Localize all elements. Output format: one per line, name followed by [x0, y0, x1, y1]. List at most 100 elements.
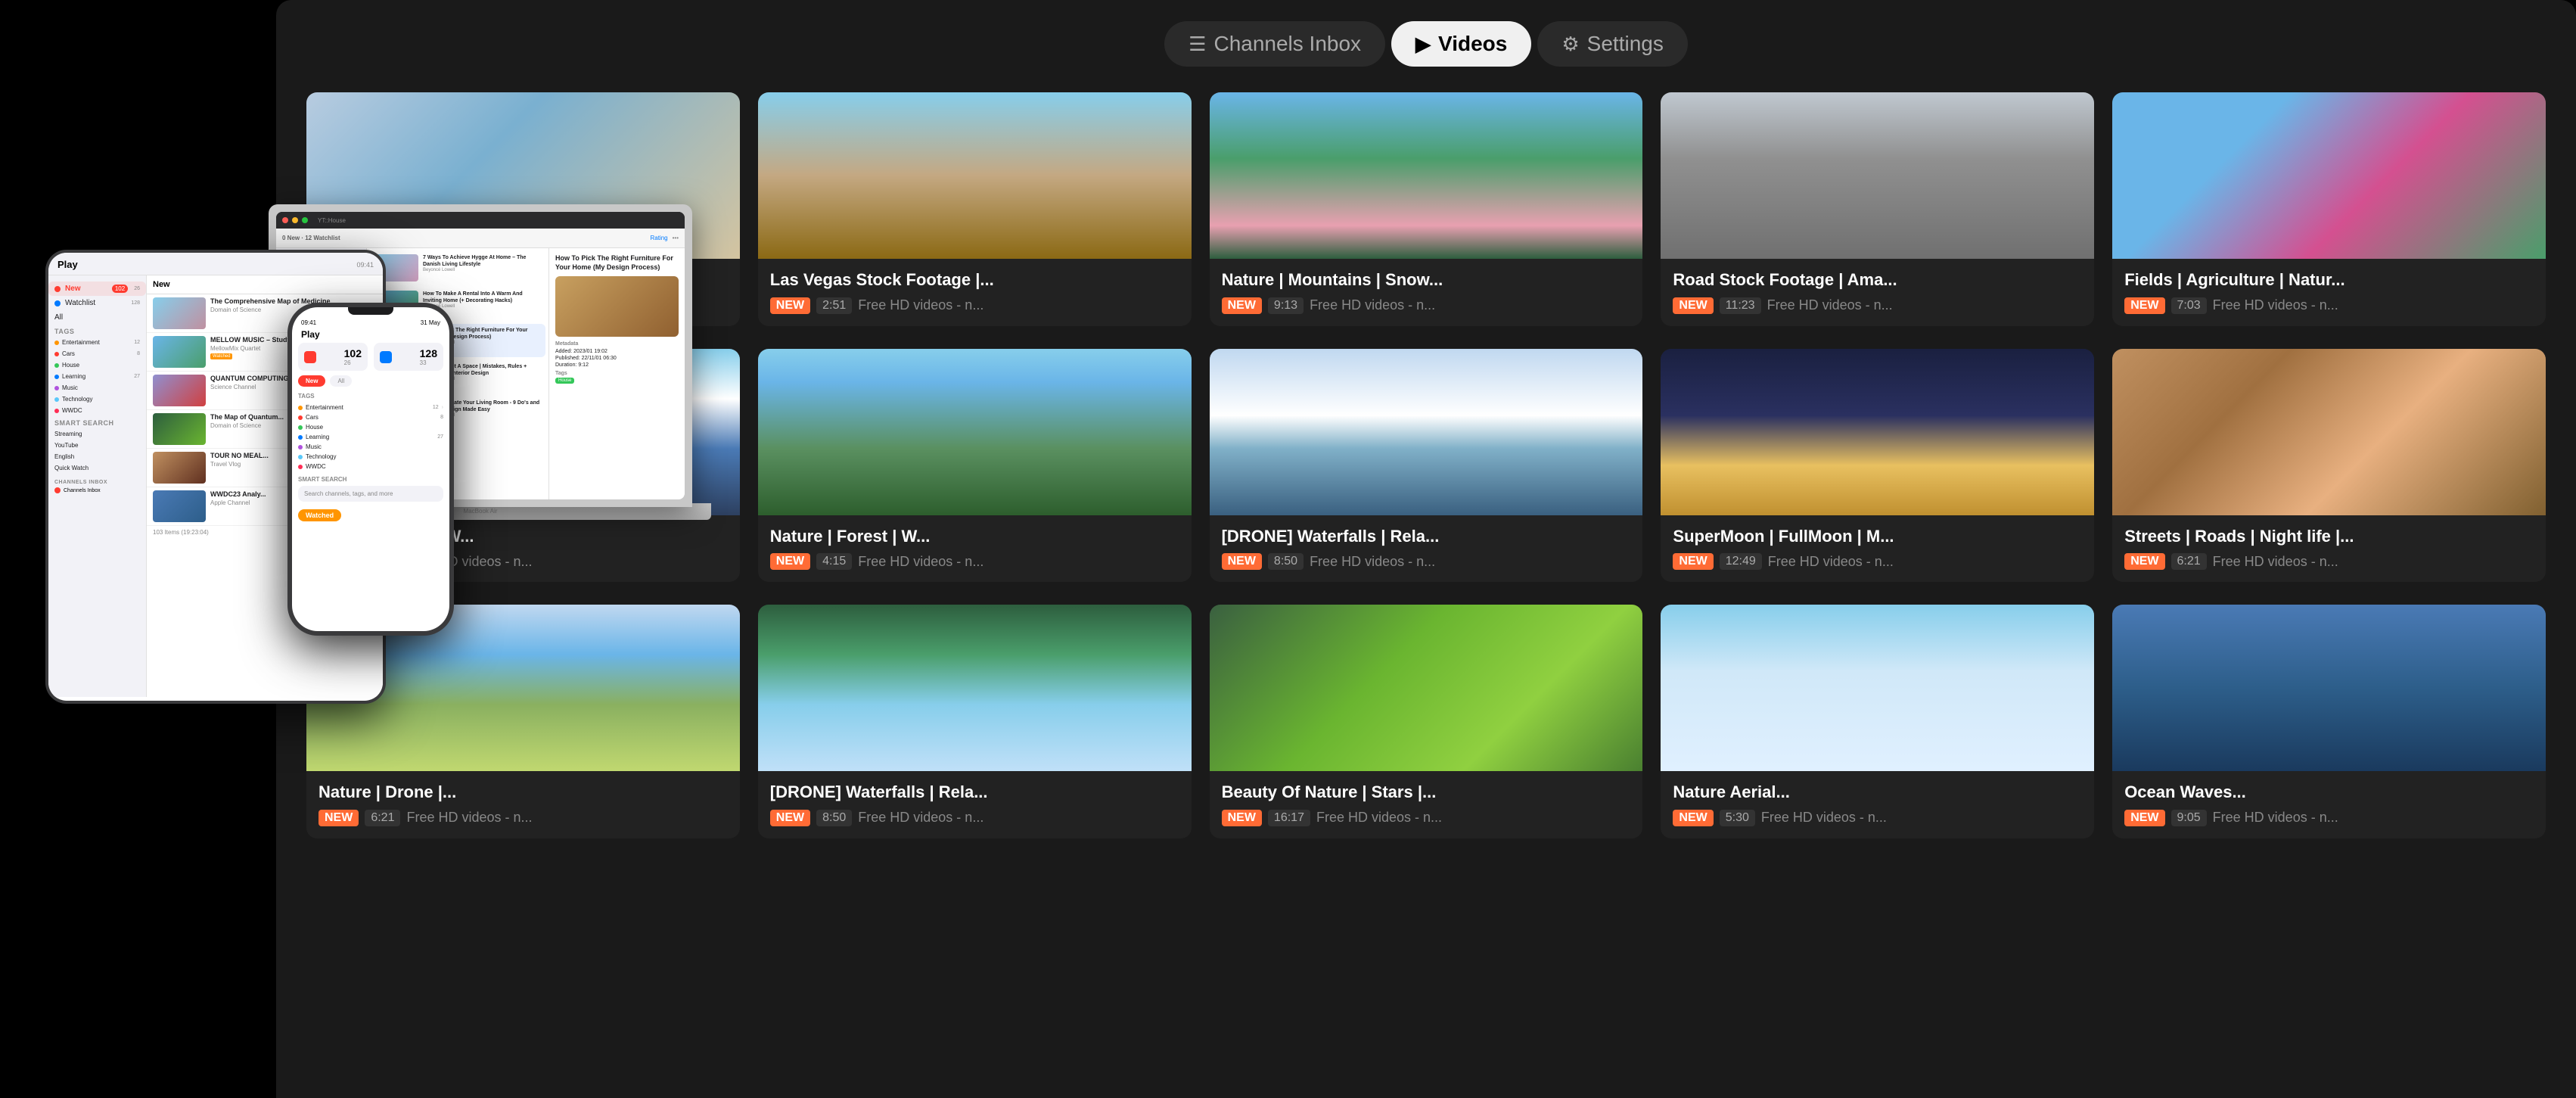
- ipad-smart-quickwatch[interactable]: Quick Watch: [48, 462, 146, 474]
- mac-close-dot[interactable]: [282, 217, 288, 223]
- ipad-video-thumb-0: [153, 297, 206, 329]
- ipad-section-new: New: [147, 275, 383, 294]
- badge-duration-11: 8:50: [816, 810, 852, 826]
- video-meta-7: NEW 8:50 Free HD videos - n...: [1222, 553, 1631, 570]
- iphone-stat-sub-1: 26: [344, 359, 362, 366]
- macbook-detail-panel: How To Pick The Right Furniture For Your…: [548, 248, 685, 499]
- iphone-tag-house[interactable]: House: [298, 422, 443, 432]
- ipad-time: 09:41: [356, 261, 374, 269]
- ipad-channels-item[interactable]: Channels Inbox: [54, 487, 140, 493]
- iphone-stat-values-2: 128 33: [420, 347, 437, 366]
- iphone-tag-cars[interactable]: Cars 8: [298, 412, 443, 422]
- iphone-title: Play: [301, 329, 320, 340]
- video-card-9[interactable]: Streets | Roads | Night life |... NEW 6:…: [2112, 349, 2546, 583]
- ipad-badge-102: 102: [112, 285, 128, 293]
- ipad-nav-all[interactable]: All: [48, 310, 146, 325]
- macbook-list-item-0[interactable]: 7 Ways To Achieve Hygge At Home – The Da…: [370, 251, 545, 285]
- macbook-item-title-1: How To Make A Rental Into A Warm And Inv…: [423, 291, 542, 304]
- iphone-tag-dot-wwdc: [298, 465, 303, 469]
- ipad-smart-english[interactable]: English: [48, 451, 146, 462]
- mac-zoom-dot[interactable]: [302, 217, 308, 223]
- video-card-11[interactable]: [DRONE] Waterfalls | Rela... NEW 8:50 Fr…: [758, 605, 1192, 838]
- video-title-13: Nature Aerial...: [1673, 782, 2082, 804]
- iphone-tag-music[interactable]: Music: [298, 442, 443, 452]
- ipad-tag-entertainment[interactable]: Entertainment 12: [48, 337, 146, 348]
- ipad-smart-english-label: English: [54, 453, 74, 460]
- badge-duration-10: 6:21: [365, 810, 400, 826]
- iphone-tab-new[interactable]: New: [298, 375, 325, 387]
- iphone-stat-row: 102 26 128 33: [298, 343, 443, 371]
- video-card-14[interactable]: Ocean Waves... NEW 9:05 Free HD videos -…: [2112, 605, 2546, 838]
- ipad-video-thumb-1: [153, 336, 206, 368]
- macbook-toolbar-buttons: Rating •••: [650, 235, 679, 241]
- settings-button[interactable]: ⚙ Settings: [1537, 21, 1687, 67]
- ipad-left-panel: New 102 26 Watchlist 128 All Tags Entert…: [48, 275, 147, 697]
- video-meta-12: NEW 16:17 Free HD videos - n...: [1222, 810, 1631, 826]
- iphone-tab-all[interactable]: All: [330, 375, 352, 387]
- video-card-6[interactable]: Nature | Forest | W... NEW 4:15 Free HD …: [758, 349, 1192, 583]
- badge-new-10: NEW: [319, 810, 359, 826]
- video-info-3: Road Stock Footage | Ama... NEW 11:23 Fr…: [1661, 259, 2094, 326]
- iphone-stat-num-2: 128: [420, 347, 437, 359]
- video-card-1[interactable]: Las Vegas Stock Footage |... NEW 2:51 Fr…: [758, 92, 1192, 326]
- iphone-status-bar: 09:41 31 May: [292, 315, 449, 328]
- ipad-tag-cars[interactable]: Cars 8: [48, 348, 146, 359]
- badge-new-1: NEW: [770, 297, 810, 314]
- video-info-11: [DRONE] Waterfalls | Rela... NEW 8:50 Fr…: [758, 771, 1192, 838]
- ipad-tag-label-entertainment: Entertainment: [62, 339, 100, 346]
- ipad-tag-dot-learning: [54, 375, 59, 379]
- ipad-tag-learning[interactable]: Learning 27: [48, 371, 146, 382]
- iphone-stat-icon-1: [304, 351, 316, 363]
- macbook-item-title-0: 7 Ways To Achieve Hygge At Home – The Da…: [423, 254, 542, 268]
- ipad-nav-new[interactable]: New 102 26: [48, 281, 146, 296]
- mac-minimize-dot[interactable]: [292, 217, 298, 223]
- iphone-tag-wwdc[interactable]: WWDC: [298, 462, 443, 471]
- video-card-4[interactable]: Fields | Agriculture | Natur... NEW 7:03…: [2112, 92, 2546, 326]
- badge-new-8: NEW: [1673, 553, 1713, 570]
- video-card-12[interactable]: Beauty Of Nature | Stars |... NEW 16:17 …: [1210, 605, 1643, 838]
- video-card-8[interactable]: SuperMoon | FullMoon | M... NEW 12:49 Fr…: [1661, 349, 2094, 583]
- iphone-stat-box-2[interactable]: 128 33: [374, 343, 443, 371]
- iphone-tag-learning[interactable]: Learning 27: [298, 432, 443, 442]
- ipad-video-thumb-5: [153, 490, 206, 522]
- ipad-smart-youtube[interactable]: YouTube: [48, 440, 146, 451]
- iphone-tag-entertainment[interactable]: Entertainment 12 ›: [298, 403, 443, 412]
- video-info-7: [DRONE] Waterfalls | Rela... NEW 8:50 Fr…: [1210, 515, 1643, 583]
- video-meta-4: NEW 7:03 Free HD videos - n...: [2124, 297, 2534, 314]
- video-card-2[interactable]: Nature | Mountains | Snow... NEW 9:13 Fr…: [1210, 92, 1643, 326]
- macbook-detail-metadata-label: Metadata: [555, 341, 679, 347]
- iphone-watched-label: Watched: [306, 512, 334, 519]
- iphone-stat-sub-2: 33: [420, 359, 437, 366]
- ipad-dot-new: [54, 286, 61, 292]
- ipad-tag-dot-cars: [54, 352, 59, 356]
- macbook-toolbar-rating-btn[interactable]: Rating: [650, 235, 667, 241]
- iphone-watched-badge[interactable]: Watched: [298, 509, 341, 521]
- iphone-tag-wwdc-label: WWDC: [306, 463, 326, 470]
- ipad-nav-all-label: All: [54, 313, 63, 322]
- video-title-7: [DRONE] Waterfalls | Rela...: [1222, 526, 1631, 548]
- video-meta-1: NEW 2:51 Free HD videos - n...: [770, 297, 1179, 314]
- ipad-tag-wwdc[interactable]: WWDC: [48, 405, 146, 416]
- iphone-tag-learning-label: Learning: [306, 434, 329, 440]
- channels-inbox-button[interactable]: ☰ Channels Inbox: [1164, 21, 1385, 67]
- video-card-3[interactable]: Road Stock Footage | Ama... NEW 11:23 Fr…: [1661, 92, 2094, 326]
- badge-duration-13: 5:30: [1720, 810, 1755, 826]
- ipad-tag-music[interactable]: Music: [48, 382, 146, 393]
- iphone-tag-technology[interactable]: Technology: [298, 452, 443, 462]
- ipad-nav-watchlist[interactable]: Watchlist 128: [48, 296, 146, 310]
- ipad-tag-house[interactable]: House: [48, 359, 146, 371]
- videos-button[interactable]: ▶ Videos: [1391, 21, 1531, 67]
- ipad-tag-technology[interactable]: Technology: [48, 393, 146, 405]
- ipad-smart-streaming[interactable]: Streaming: [48, 428, 146, 440]
- ipad-tag-dot-technology: [54, 397, 59, 402]
- macbook-toolbar-dots[interactable]: •••: [673, 235, 679, 241]
- video-meta-2: NEW 9:13 Free HD videos - n...: [1222, 297, 1631, 314]
- iphone-search-bar[interactable]: Search channels, tags, and more: [298, 486, 443, 502]
- video-card-7[interactable]: [DRONE] Waterfalls | Rela... NEW 8:50 Fr…: [1210, 349, 1643, 583]
- video-card-13[interactable]: Nature Aerial... NEW 5:30 Free HD videos…: [1661, 605, 2094, 838]
- video-thumbnail-3: [1661, 92, 2094, 259]
- iphone-stat-box-1[interactable]: 102 26: [298, 343, 368, 371]
- badge-duration-4: 7:03: [2171, 297, 2207, 314]
- ipad-channels-name: Channels Inbox: [64, 488, 101, 493]
- video-info-4: Fields | Agriculture | Natur... NEW 7:03…: [2112, 259, 2546, 326]
